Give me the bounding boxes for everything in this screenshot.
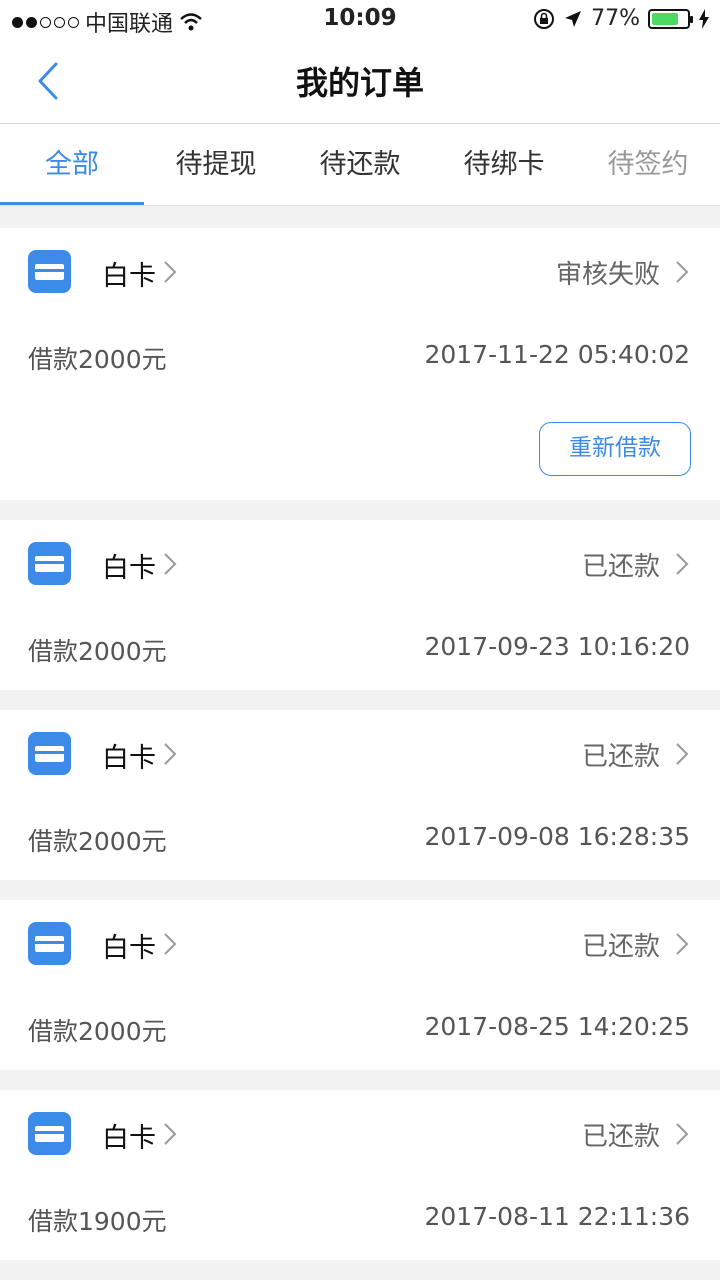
rotation-lock-icon <box>534 8 555 29</box>
tab-all[interactable]: 全部 <box>0 124 144 205</box>
battery-percent: 77% <box>591 6 640 31</box>
chevron-right-icon <box>164 553 177 575</box>
loan-amount: 借款2000元 <box>28 827 167 856</box>
card-icon <box>28 250 71 293</box>
page-title: 我的订单 <box>295 64 424 102</box>
order-status: 审核失败 <box>555 260 660 290</box>
card-icon <box>28 542 71 585</box>
tab-pending-bind-card[interactable]: 待绑卡 <box>432 124 576 205</box>
order-time: 2017-08-25 14:20:25 <box>424 1012 690 1041</box>
chevron-right-icon <box>676 1123 689 1145</box>
order-card[interactable]: 白卡 已还款 借款2000元 2017-08-25 14:20:25 <box>0 900 720 1070</box>
product-name: 白卡 <box>102 933 156 964</box>
order-card[interactable]: 白卡 审核失败 借款2000元 2017-11-22 05:40:02 重新借款 <box>0 228 720 500</box>
product-name: 白卡 <box>102 553 156 584</box>
loan-amount: 借款1900元 <box>28 1207 167 1236</box>
order-time: 2017-09-23 10:16:20 <box>424 632 690 661</box>
status-right: 77% <box>533 6 710 31</box>
order-card[interactable]: 白卡 已还款 借款2000元 2017-09-08 16:28:35 <box>0 710 720 880</box>
product-name: 白卡 <box>102 743 156 774</box>
card-icon <box>28 732 71 775</box>
order-status: 已还款 <box>581 742 660 772</box>
tab-pending-sign[interactable]: 待签约 <box>576 124 720 205</box>
charging-icon <box>699 8 709 29</box>
chevron-right-icon <box>676 553 689 575</box>
product-name: 白卡 <box>102 1123 156 1154</box>
location-icon <box>565 10 582 27</box>
battery-icon <box>648 8 693 29</box>
product-name: 白卡 <box>102 261 156 292</box>
chevron-right-icon <box>676 743 689 765</box>
chevron-right-icon <box>164 261 177 283</box>
card-icon <box>28 922 71 965</box>
tab-pending-repay[interactable]: 待还款 <box>288 124 432 205</box>
order-card[interactable]: 白卡 已还款 借款2000元 2017-09-23 10:16:20 <box>0 520 720 690</box>
order-card[interactable]: 白卡 已还款 借款1900元 2017-08-11 22:11:36 <box>0 1090 720 1260</box>
chevron-right-icon <box>676 933 689 955</box>
tab-pending-withdraw[interactable]: 待提现 <box>144 124 288 205</box>
chevron-right-icon <box>164 1123 177 1145</box>
chevron-right-icon <box>164 743 177 765</box>
order-time: 2017-08-11 22:11:36 <box>424 1202 690 1231</box>
order-status: 已还款 <box>581 552 660 582</box>
order-time: 2017-09-08 16:28:35 <box>424 822 690 851</box>
loan-amount: 借款2000元 <box>28 637 167 666</box>
order-status: 已还款 <box>581 932 660 962</box>
nav-bar: 我的订单 <box>0 40 720 124</box>
order-tabs: 全部 待提现 待还款 待绑卡 待签约 <box>0 124 720 206</box>
loan-amount: 借款2000元 <box>28 1017 167 1046</box>
reborrow-button[interactable]: 重新借款 <box>539 422 691 476</box>
chevron-right-icon <box>676 261 689 283</box>
chevron-right-icon <box>164 933 177 955</box>
order-time: 2017-11-22 05:40:02 <box>424 340 690 369</box>
status-bar: 中国联通 10:09 77% <box>0 0 720 40</box>
card-icon <box>28 1112 71 1155</box>
order-status: 已还款 <box>581 1122 660 1152</box>
loan-amount: 借款2000元 <box>28 345 167 374</box>
